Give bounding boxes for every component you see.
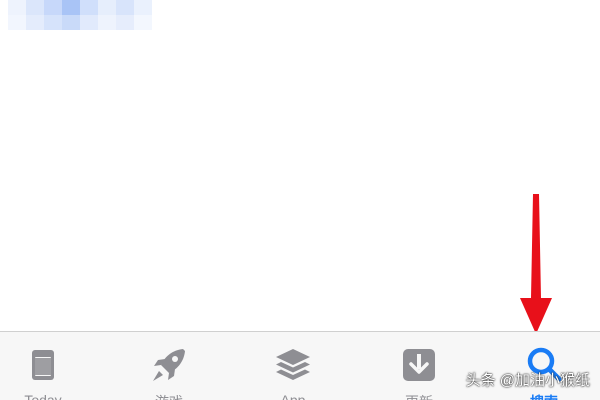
tab-today-label: Today bbox=[24, 392, 62, 400]
tab-games-label: 游戏 bbox=[114, 392, 224, 400]
pixelated-placeholder bbox=[8, 0, 152, 30]
tab-updates[interactable]: 更新 bbox=[364, 332, 474, 400]
rocket-icon bbox=[153, 349, 185, 381]
today-icon bbox=[32, 350, 54, 380]
tab-games[interactable]: 游戏 bbox=[114, 332, 224, 400]
layers-icon bbox=[276, 349, 310, 380]
watermark-text: 头条 @加油小猴纸 bbox=[465, 372, 590, 389]
download-icon bbox=[403, 349, 435, 381]
app-store-screen: Today 游戏 App bbox=[0, 0, 600, 400]
red-arrow-annotation bbox=[520, 194, 552, 334]
tab-apps-label: App bbox=[280, 392, 306, 400]
tab-search-label: 搜索 bbox=[489, 392, 599, 400]
tab-apps[interactable]: App bbox=[238, 332, 348, 400]
tab-today[interactable]: Today bbox=[0, 332, 98, 400]
tab-updates-label: 更新 bbox=[364, 392, 474, 400]
